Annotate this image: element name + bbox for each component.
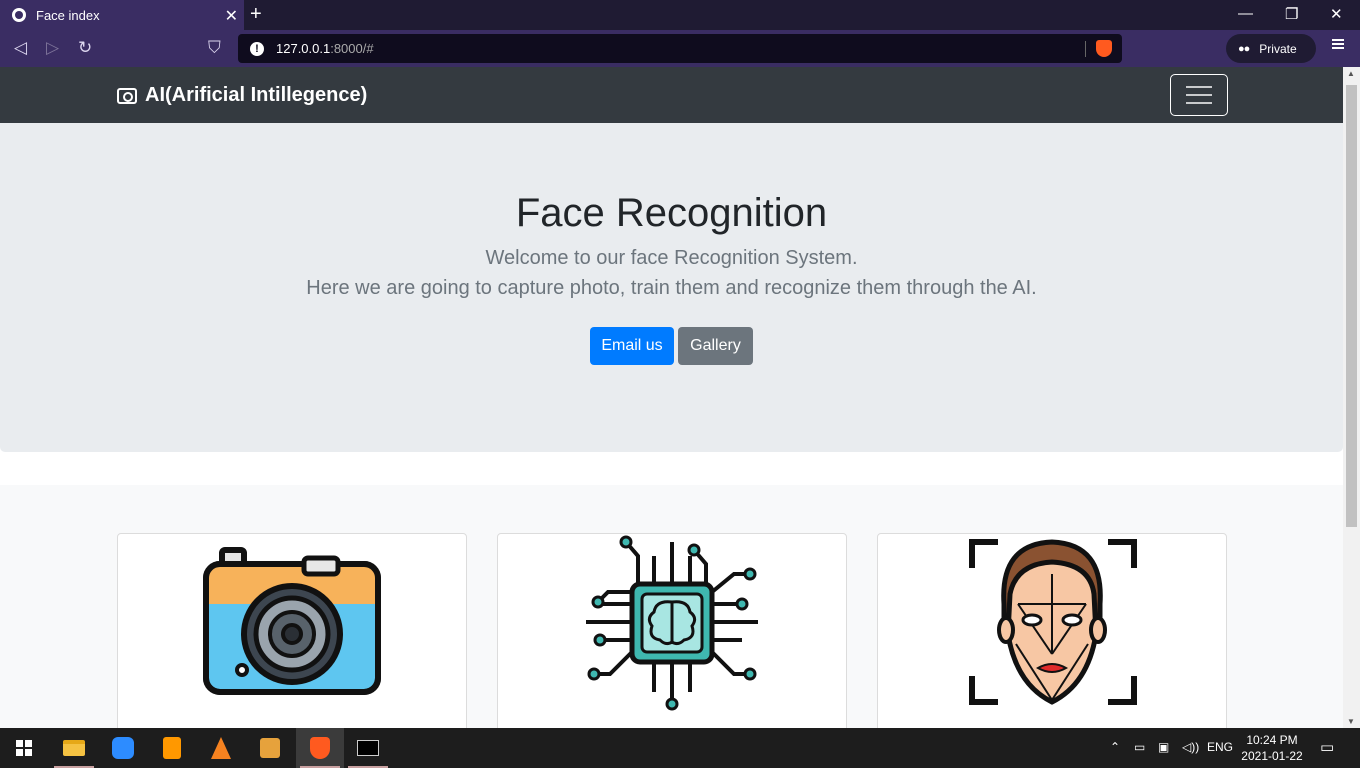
taskbar-vlc[interactable]: [197, 728, 245, 768]
taskbar-sublime[interactable]: [148, 728, 196, 768]
tray-device-icon[interactable]: ▭: [1134, 740, 1145, 754]
face-scan-illustration-icon: [969, 539, 1137, 705]
private-window-badge[interactable]: ●● Private: [1226, 34, 1316, 63]
site-info-icon[interactable]: !: [250, 41, 264, 56]
ai-chip-illustration-icon: [586, 535, 758, 711]
card-camera: [117, 533, 467, 728]
start-button[interactable]: [0, 728, 48, 768]
windows-taskbar: ⌃ ▭ ▣ ◁)) ENG 10:24 PM 2021-01-22 ▭: [0, 728, 1360, 768]
windows-logo-icon: [16, 740, 32, 756]
card-ai-chip: [497, 533, 847, 728]
window-close-button[interactable]: ✕: [1330, 5, 1343, 23]
browser-tab[interactable]: Face index ✕: [0, 0, 244, 30]
taskbar-brave[interactable]: [296, 728, 344, 768]
folder-icon: [63, 740, 85, 756]
browser-menu-icon[interactable]: [1332, 39, 1344, 49]
volume-icon[interactable]: ◁)): [1182, 740, 1199, 754]
private-label: Private: [1259, 41, 1297, 56]
tray-overflow-icon[interactable]: ⌃: [1110, 740, 1120, 754]
camera-illustration-icon: [203, 547, 381, 695]
brave-icon: [310, 737, 330, 759]
clock-time: 10:24 PM: [1246, 733, 1298, 747]
email-us-button[interactable]: Email us: [590, 327, 674, 365]
back-icon[interactable]: ◁: [14, 38, 27, 58]
url-host: 127.0.0.1: [276, 41, 331, 56]
url-port-path: :8000/#: [330, 41, 374, 56]
hamburger-line: [1186, 102, 1212, 104]
new-tab-button[interactable]: +: [250, 3, 262, 26]
sublime-icon: [163, 737, 181, 759]
private-glasses-icon: ●●: [1238, 42, 1250, 55]
scroll-up-arrow-icon[interactable]: ▲: [1347, 69, 1355, 78]
hamburger-line: [1186, 86, 1212, 88]
media-player-icon: [260, 738, 280, 758]
address-separator: [1085, 41, 1086, 57]
hero-lead-line-2: Here we are going to capture photo, trai…: [306, 277, 1037, 299]
hamburger-line: [1186, 94, 1212, 96]
brave-shields-icon[interactable]: [1096, 40, 1112, 57]
gallery-button[interactable]: Gallery: [678, 327, 753, 365]
taskbar-media-player[interactable]: [246, 728, 294, 768]
hero-lead-line-1: Welcome to our face Recognition System.: [485, 247, 858, 269]
zoom-icon: [112, 737, 134, 759]
tab-title: Face index: [36, 7, 100, 23]
close-tab-icon[interactable]: ✕: [225, 6, 238, 26]
scrollbar-thumb[interactable]: [1346, 85, 1357, 527]
browser-tab-bar: Face index ✕ + — ❐ ✕: [0, 0, 1360, 30]
camera-icon: [117, 87, 137, 104]
network-icon[interactable]: ▣: [1158, 740, 1169, 754]
clock-date: 2021-01-22: [1241, 749, 1303, 763]
reload-icon[interactable]: ↻: [78, 38, 92, 58]
forward-icon[interactable]: ▷: [46, 38, 59, 58]
globe-icon: [12, 8, 26, 22]
card-face-scan: [877, 533, 1227, 728]
notifications-icon[interactable]: ▭: [1320, 738, 1334, 756]
site-brand[interactable]: AI(Arificial Intillegence): [117, 84, 367, 107]
scroll-down-arrow-icon[interactable]: ▼: [1347, 717, 1355, 726]
restore-button[interactable]: ❐: [1285, 5, 1298, 23]
navbar-toggler-button[interactable]: [1170, 74, 1228, 116]
hero-title: Face Recognition: [515, 191, 828, 235]
taskbar-terminal[interactable]: [344, 728, 392, 768]
vlc-cone-icon: [211, 737, 231, 759]
terminal-icon: [357, 740, 379, 756]
page-viewport: AI(Arificial Intillegence) Face Recognit…: [0, 67, 1343, 728]
album-section: [0, 485, 1343, 728]
brand-label: AI(Arificial Intillegence): [145, 84, 368, 106]
hero-jumbotron: Face Recognition Welcome to our face Rec…: [0, 123, 1343, 452]
page-scrollbar[interactable]: ▲ ▼: [1343, 67, 1360, 728]
taskbar-file-explorer[interactable]: [50, 728, 98, 768]
minimize-button[interactable]: —: [1238, 5, 1253, 22]
language-indicator[interactable]: ENG: [1207, 740, 1233, 754]
site-navbar: AI(Arificial Intillegence): [0, 67, 1343, 123]
taskbar-clock[interactable]: 10:24 PM 2021-01-22: [1238, 732, 1306, 764]
address-bar[interactable]: ! 127.0.0.1:8000/#: [238, 34, 1122, 63]
browser-toolbar: ◁ ▷ ↻ ⛉ ! 127.0.0.1:8000/# ●● Private: [0, 30, 1360, 67]
bookmark-icon[interactable]: ⛉: [208, 38, 221, 58]
taskbar-zoom[interactable]: [99, 728, 147, 768]
